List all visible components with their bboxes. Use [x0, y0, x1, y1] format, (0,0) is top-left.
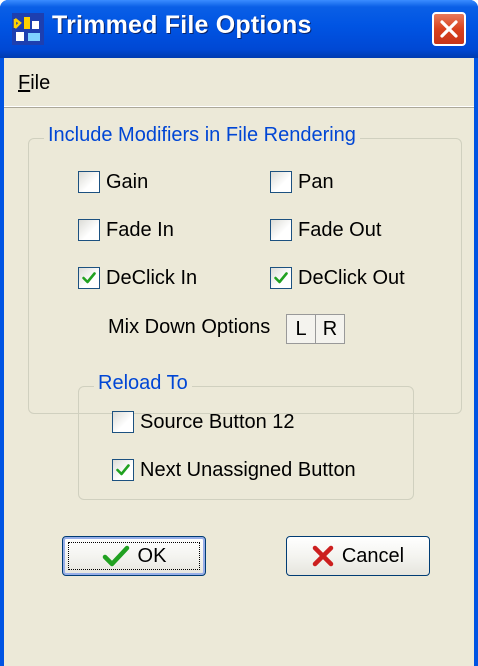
checkbox-declick-in-label: DeClick In [106, 266, 198, 289]
dialog-client-area: File Include Modifiers in File Rendering… [4, 58, 474, 666]
checkbox-fade-in[interactable]: Fade In [78, 216, 174, 244]
checkmark-icon [116, 464, 130, 476]
checkbox-fade-out-box[interactable] [270, 219, 292, 241]
checkbox-declick-out-label: DeClick Out [298, 266, 405, 289]
checkbox-pan[interactable]: Pan [270, 168, 334, 196]
window-title: Trimmed File Options [52, 11, 312, 39]
checkbox-declick-out-box[interactable] [270, 267, 292, 289]
cancel-x-icon [312, 545, 334, 567]
checkbox-gain-box[interactable] [78, 171, 100, 193]
title-bar[interactable]: Trimmed File Options [0, 0, 478, 58]
focus-rectangle [68, 542, 200, 570]
menu-file[interactable]: File [18, 72, 50, 95]
checkbox-source-button-12[interactable]: Source Button 12 [112, 408, 295, 436]
reload-group-title: Reload To [94, 372, 192, 395]
checkbox-next-unassigned-button[interactable]: Next Unassigned Button [112, 456, 356, 484]
checkbox-source-button-12-box[interactable] [112, 411, 134, 433]
menu-file-mnemonic: F [18, 72, 31, 94]
checkmark-icon [82, 272, 96, 284]
dialog-window: Trimmed File Options File Include Modifi… [0, 0, 478, 666]
modifiers-group-title: Include Modifiers in File Rendering [44, 124, 360, 147]
close-button[interactable] [432, 12, 466, 46]
mix-left-button[interactable]: L [286, 314, 316, 344]
app-icon [12, 13, 44, 45]
cancel-button[interactable]: Cancel [286, 536, 430, 576]
checkbox-next-unassigned-button-label: Next Unassigned Button [140, 458, 356, 481]
mix-right-button[interactable]: R [315, 314, 345, 344]
checkbox-source-button-12-label: Source Button 12 [140, 410, 295, 433]
checkbox-next-unassigned-button-box[interactable] [112, 459, 134, 481]
checkbox-pan-box[interactable] [270, 171, 292, 193]
checkbox-gain-label: Gain [106, 170, 149, 193]
checkmark-icon [274, 272, 288, 284]
checkbox-gain[interactable]: Gain [78, 168, 148, 196]
checkbox-pan-label: Pan [298, 170, 334, 193]
close-icon [440, 20, 458, 38]
checkbox-declick-in[interactable]: DeClick In [78, 264, 197, 292]
checkbox-fade-in-box[interactable] [78, 219, 100, 241]
checkbox-fade-in-label: Fade In [106, 218, 174, 241]
checkbox-fade-out-label: Fade Out [298, 218, 382, 241]
menu-file-label: ile [30, 72, 51, 94]
ok-button[interactable]: OK [62, 536, 206, 576]
checkbox-declick-out[interactable]: DeClick Out [270, 264, 405, 292]
checkbox-fade-out[interactable]: Fade Out [270, 216, 381, 244]
menu-bar: File [4, 58, 474, 107]
mix-down-options-label: Mix Down Options [108, 316, 271, 338]
checkbox-declick-in-box[interactable] [78, 267, 100, 289]
cancel-button-label: Cancel [341, 544, 405, 567]
